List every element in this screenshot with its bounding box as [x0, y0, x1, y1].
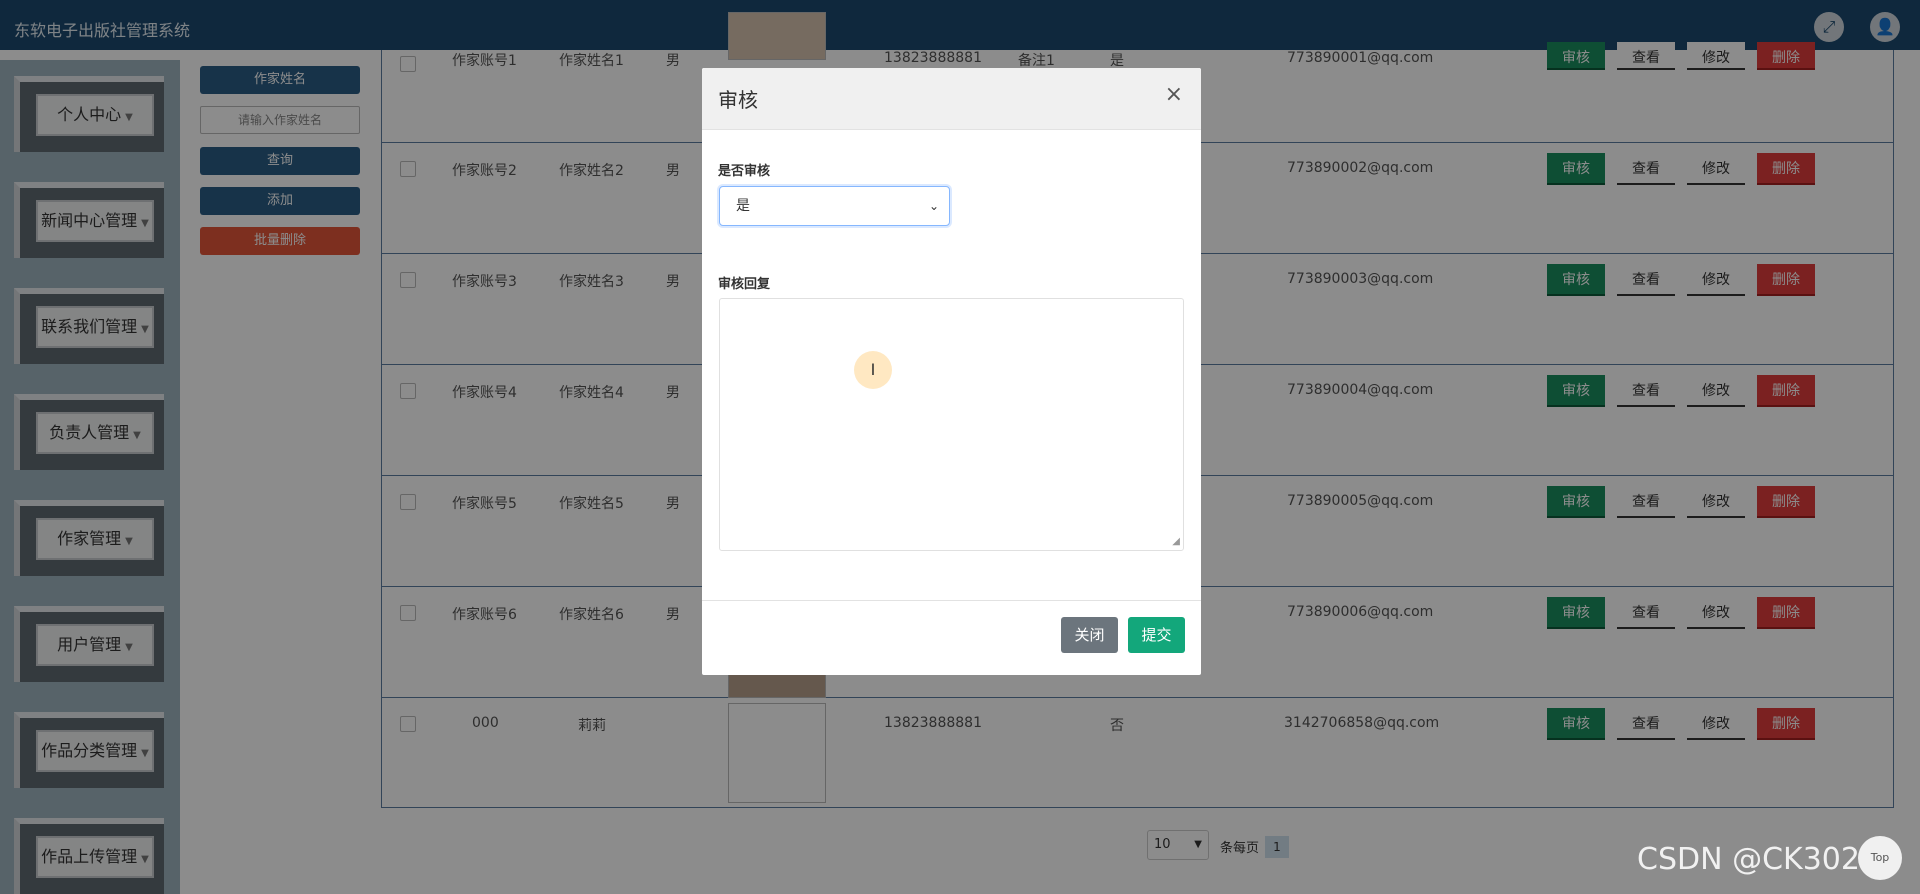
audit-status-select[interactable]: 是 ⌄ — [719, 186, 950, 226]
close-button[interactable]: 关闭 — [1061, 617, 1118, 653]
audit-modal: 审核 × 是否审核 是 ⌄ 审核回复 I ◢ 关闭 提交 — [702, 68, 1201, 675]
submit-button[interactable]: 提交 — [1128, 617, 1185, 653]
modal-footer: 关闭 提交 — [702, 600, 1201, 675]
modal-header: 审核 × — [702, 68, 1201, 130]
audit-reply-textarea[interactable]: I ◢ — [719, 298, 1184, 551]
audit-status-label: 是否审核 — [718, 164, 771, 179]
modal-title: 审核 — [718, 88, 758, 112]
text-cursor-icon: I — [854, 351, 892, 389]
resize-handle-icon[interactable]: ◢ — [1172, 536, 1180, 547]
watermark-text: CSDN @CK3021 — [1637, 842, 1880, 877]
chevron-down-icon: ⌄ — [928, 199, 939, 213]
back-to-top-button[interactable]: Top — [1858, 836, 1902, 880]
audit-reply-label: 审核回复 — [718, 277, 771, 292]
audit-status-value: 是 — [736, 198, 750, 214]
close-icon[interactable]: × — [1165, 82, 1183, 107]
